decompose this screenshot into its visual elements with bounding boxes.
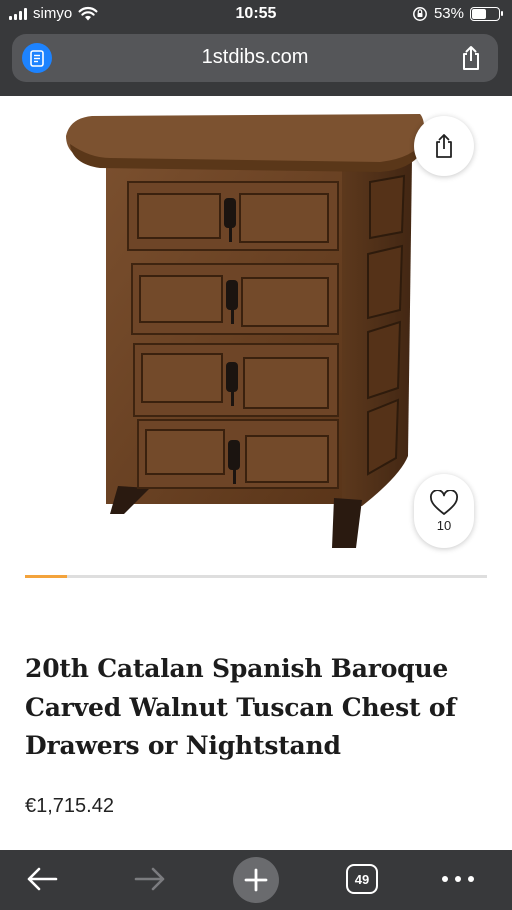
favorites-count: 10 bbox=[436, 517, 452, 533]
back-icon bbox=[27, 867, 58, 891]
favorite-button[interactable]: 10 bbox=[414, 474, 474, 548]
gallery-progress-bar bbox=[25, 575, 487, 578]
more-icon bbox=[442, 876, 474, 882]
new-tab-button[interactable] bbox=[233, 857, 279, 903]
share-product-button[interactable] bbox=[414, 116, 474, 176]
browser-toolbar: 49 bbox=[0, 850, 512, 910]
orientation-lock-icon bbox=[413, 6, 427, 21]
share-icon bbox=[436, 134, 452, 158]
browser-chrome: simyo 10:55 53% 1stdibs.com bbox=[0, 0, 512, 96]
address-bar[interactable]: 1stdibs.com bbox=[12, 34, 498, 82]
product-price: €1,715.42 bbox=[25, 795, 114, 817]
tabs-button[interactable]: 49 bbox=[344, 856, 380, 902]
share-icon[interactable] bbox=[460, 45, 482, 71]
forward-button[interactable] bbox=[130, 856, 170, 902]
gallery-progress-fill bbox=[25, 575, 67, 578]
back-button[interactable] bbox=[22, 856, 62, 902]
url-text[interactable]: 1stdibs.com bbox=[12, 46, 498, 69]
battery-percent: 53% bbox=[433, 5, 464, 22]
plus-icon bbox=[244, 868, 268, 892]
product-title: 20th Catalan Spanish Baroque Carved Waln… bbox=[25, 654, 456, 760]
tab-count: 49 bbox=[346, 864, 378, 894]
more-button[interactable] bbox=[436, 856, 480, 902]
status-bar: simyo 10:55 53% bbox=[0, 0, 512, 30]
battery-icon bbox=[470, 6, 503, 21]
forward-icon bbox=[134, 867, 165, 891]
heart-icon bbox=[430, 489, 458, 515]
